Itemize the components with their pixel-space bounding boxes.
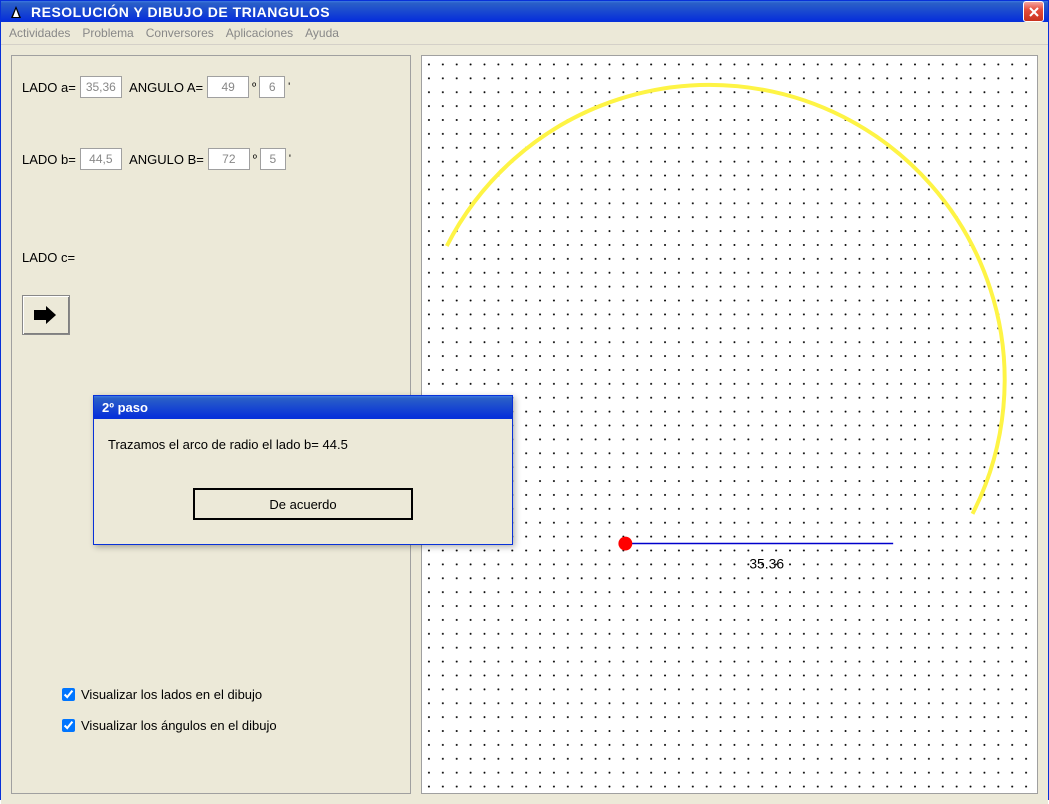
min-symbol: '	[288, 81, 290, 93]
next-step-button[interactable]	[22, 295, 70, 335]
angulo-a-min-input[interactable]	[259, 76, 285, 98]
lado-a-input[interactable]	[80, 76, 122, 98]
app-icon	[7, 3, 25, 21]
window-title: RESOLUCIÓN Y DIBUJO DE TRIANGULOS	[31, 4, 1023, 20]
dialog-title: 2º paso	[94, 396, 512, 419]
angulo-a-deg-input[interactable]	[207, 76, 249, 98]
step-dialog: 2º paso Trazamos el arco de radio el lad…	[93, 395, 513, 545]
menubar: Actividades Problema Conversores Aplicac…	[1, 22, 1048, 45]
deg-symbol: º	[252, 81, 256, 93]
menu-conversores[interactable]: Conversores	[146, 26, 214, 40]
content-area: LADO a= ANGULO A= º ' LADO b= ANGULO B= …	[1, 45, 1048, 804]
lado-b-input[interactable]	[80, 148, 122, 170]
menu-actividades[interactable]: Actividades	[9, 26, 70, 40]
visualization-options: Visualizar los lados en el dibujo Visual…	[22, 671, 277, 733]
check-lados-row: Visualizar los lados en el dibujo	[62, 687, 277, 702]
check-angulos-row: Visualizar los ángulos en el dibujo	[62, 718, 277, 733]
lado-a-label: LADO a=	[22, 80, 76, 95]
angulo-b-label: ANGULO B=	[129, 152, 204, 167]
angulo-b-deg-input[interactable]	[208, 148, 250, 170]
dialog-ok-button[interactable]: De acuerdo	[193, 488, 413, 520]
min-symbol-b: '	[289, 153, 291, 165]
check-lados-label: Visualizar los lados en el dibujo	[81, 687, 262, 702]
check-lados[interactable]	[62, 688, 75, 701]
row-lado-a: LADO a= ANGULO A= º '	[22, 76, 400, 98]
dialog-message: Trazamos el arco de radio el lado b= 44.…	[108, 437, 498, 452]
segment-label: 35.36	[749, 555, 784, 571]
dot-grid	[422, 57, 1037, 791]
menu-problema[interactable]: Problema	[82, 26, 133, 40]
titlebar: RESOLUCIÓN Y DIBUJO DE TRIANGULOS	[1, 1, 1048, 22]
row-lado-b: LADO b= ANGULO B= º '	[22, 148, 400, 170]
menu-aplicaciones[interactable]: Aplicaciones	[226, 26, 293, 40]
lado-b-label: LADO b=	[22, 152, 76, 167]
deg-symbol-b: º	[253, 153, 257, 165]
drawing-canvas: 35.36	[421, 55, 1038, 794]
dialog-body: Trazamos el arco de radio el lado b= 44.…	[94, 419, 512, 544]
vertex-point	[618, 537, 632, 551]
close-button[interactable]	[1023, 1, 1044, 22]
row-lado-c: LADO c=	[22, 250, 400, 265]
check-angulos-label: Visualizar los ángulos en el dibujo	[81, 718, 277, 733]
check-angulos[interactable]	[62, 719, 75, 732]
angulo-a-label: ANGULO A=	[129, 80, 203, 95]
menu-ayuda[interactable]: Ayuda	[305, 26, 339, 40]
lado-c-label: LADO c=	[22, 250, 75, 265]
angulo-b-min-input[interactable]	[260, 148, 286, 170]
app-window: RESOLUCIÓN Y DIBUJO DE TRIANGULOS Activi…	[0, 0, 1049, 800]
canvas-svg: 35.36	[422, 56, 1037, 793]
